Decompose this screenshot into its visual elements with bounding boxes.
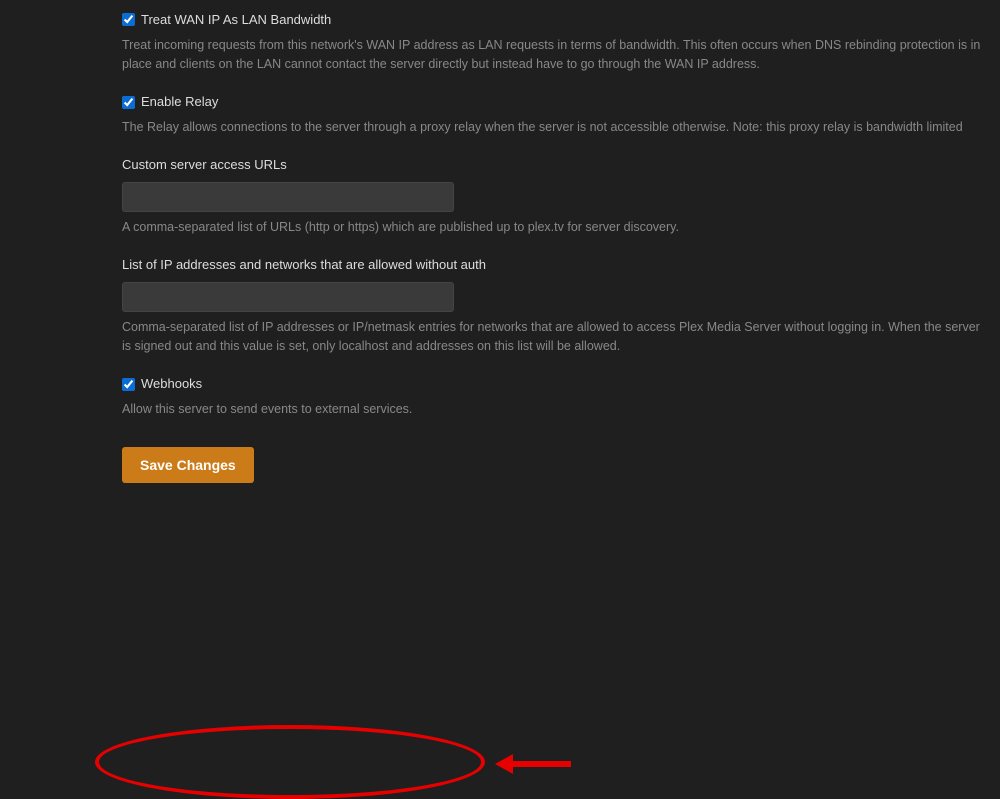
custom-urls-label: Custom server access URLs — [122, 155, 982, 175]
wan-ip-checkbox[interactable] — [122, 13, 135, 26]
save-changes-button[interactable]: Save Changes — [122, 447, 254, 483]
relay-checkbox[interactable] — [122, 96, 135, 109]
allowed-ips-input[interactable] — [122, 282, 454, 312]
arrow-icon — [493, 751, 573, 777]
allowed-ips-label: List of IP addresses and networks that a… — [122, 255, 982, 275]
relay-description: The Relay allows connections to the serv… — [122, 118, 982, 137]
setting-custom-urls: Custom server access URLs A comma-separa… — [122, 155, 982, 237]
custom-urls-input[interactable] — [122, 182, 454, 212]
relay-label[interactable]: Enable Relay — [141, 92, 218, 112]
highlight-ellipse — [95, 725, 485, 799]
setting-relay: Enable Relay The Relay allows connection… — [122, 92, 982, 137]
setting-webhooks: Webhooks Allow this server to send event… — [122, 374, 982, 419]
allowed-ips-description: Comma-separated list of IP addresses or … — [122, 318, 982, 357]
setting-wan-ip: Treat WAN IP As LAN Bandwidth Treat inco… — [122, 10, 982, 74]
wan-ip-label[interactable]: Treat WAN IP As LAN Bandwidth — [141, 10, 331, 30]
setting-allowed-ips: List of IP addresses and networks that a… — [122, 255, 982, 356]
custom-urls-description: A comma-separated list of URLs (http or … — [122, 218, 982, 237]
webhooks-checkbox[interactable] — [122, 378, 135, 391]
webhooks-description: Allow this server to send events to exte… — [122, 400, 982, 419]
wan-ip-description: Treat incoming requests from this networ… — [122, 36, 982, 75]
webhooks-label[interactable]: Webhooks — [141, 374, 202, 394]
